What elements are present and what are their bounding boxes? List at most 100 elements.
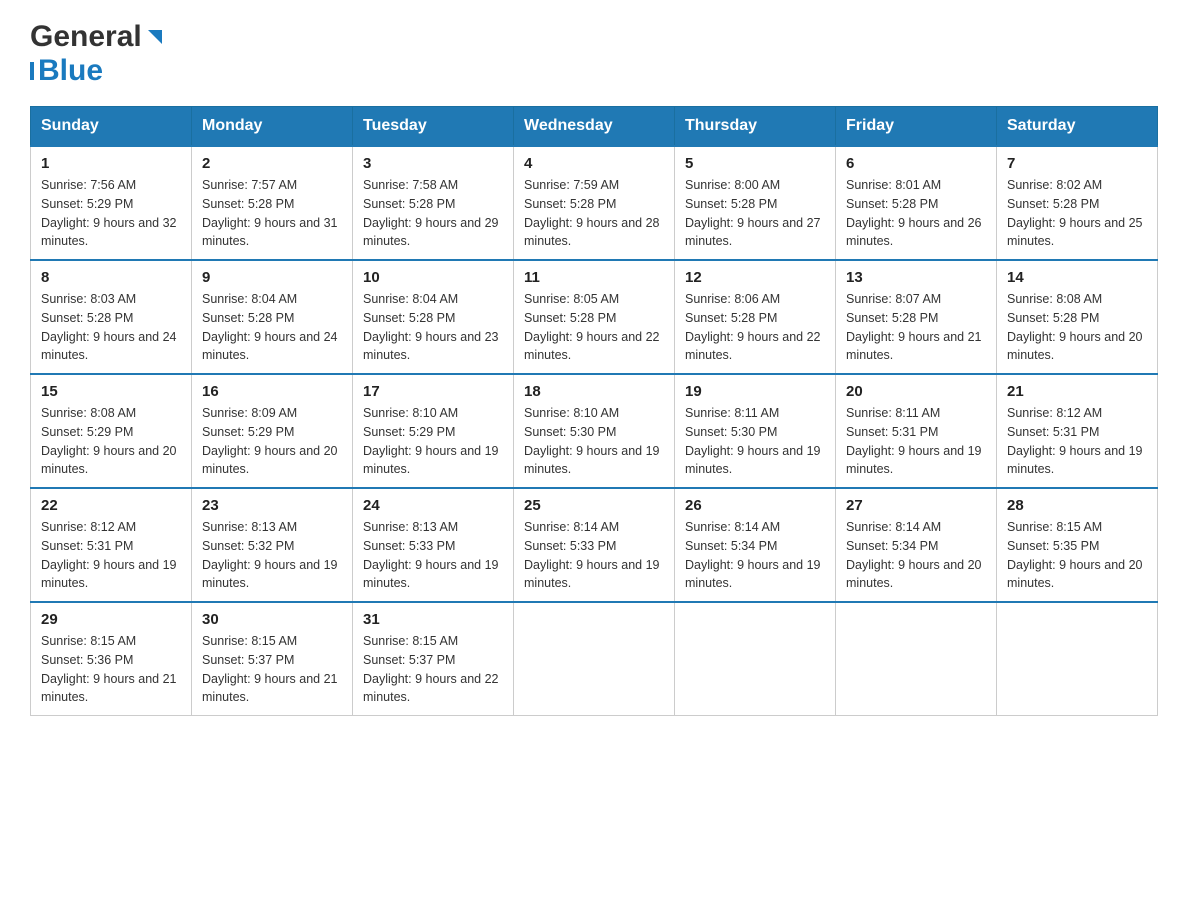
header-day-monday: Monday [192,107,353,147]
day-number: 28 [1007,497,1147,514]
day-number: 5 [685,155,825,172]
week-row-1: 1 Sunrise: 7:56 AMSunset: 5:29 PMDayligh… [31,146,1158,260]
day-info: Sunrise: 8:15 AMSunset: 5:36 PMDaylight:… [41,634,177,704]
header-row: SundayMondayTuesdayWednesdayThursdayFrid… [31,107,1158,147]
calendar-cell: 31 Sunrise: 8:15 AMSunset: 5:37 PMDaylig… [353,602,514,716]
day-info: Sunrise: 8:12 AMSunset: 5:31 PMDaylight:… [1007,406,1143,476]
day-number: 22 [41,497,181,514]
day-number: 17 [363,383,503,400]
day-info: Sunrise: 8:15 AMSunset: 5:37 PMDaylight:… [363,634,499,704]
calendar-cell: 14 Sunrise: 8:08 AMSunset: 5:28 PMDaylig… [997,260,1158,374]
day-info: Sunrise: 8:00 AMSunset: 5:28 PMDaylight:… [685,178,821,248]
day-number: 7 [1007,155,1147,172]
day-number: 16 [202,383,342,400]
day-number: 1 [41,155,181,172]
calendar-cell: 16 Sunrise: 8:09 AMSunset: 5:29 PMDaylig… [192,374,353,488]
header-day-sunday: Sunday [31,107,192,147]
calendar-body: 1 Sunrise: 7:56 AMSunset: 5:29 PMDayligh… [31,146,1158,716]
calendar-cell: 1 Sunrise: 7:56 AMSunset: 5:29 PMDayligh… [31,146,192,260]
calendar-cell: 18 Sunrise: 8:10 AMSunset: 5:30 PMDaylig… [514,374,675,488]
calendar-cell: 23 Sunrise: 8:13 AMSunset: 5:32 PMDaylig… [192,488,353,602]
day-number: 11 [524,269,664,286]
day-number: 9 [202,269,342,286]
day-number: 31 [363,611,503,628]
day-number: 2 [202,155,342,172]
calendar-cell [997,602,1158,716]
day-info: Sunrise: 8:05 AMSunset: 5:28 PMDaylight:… [524,292,660,362]
day-info: Sunrise: 7:57 AMSunset: 5:28 PMDaylight:… [202,178,338,248]
week-row-2: 8 Sunrise: 8:03 AMSunset: 5:28 PMDayligh… [31,260,1158,374]
week-row-4: 22 Sunrise: 8:12 AMSunset: 5:31 PMDaylig… [31,488,1158,602]
calendar-cell: 27 Sunrise: 8:14 AMSunset: 5:34 PMDaylig… [836,488,997,602]
calendar-cell: 9 Sunrise: 8:04 AMSunset: 5:28 PMDayligh… [192,260,353,374]
day-info: Sunrise: 8:02 AMSunset: 5:28 PMDaylight:… [1007,178,1143,248]
day-number: 24 [363,497,503,514]
day-info: Sunrise: 8:03 AMSunset: 5:28 PMDaylight:… [41,292,177,362]
day-info: Sunrise: 7:59 AMSunset: 5:28 PMDaylight:… [524,178,660,248]
header-day-thursday: Thursday [675,107,836,147]
page-header: General Blue [30,20,1158,88]
calendar-cell [836,602,997,716]
logo-triangle-icon [144,26,166,48]
calendar-cell: 10 Sunrise: 8:04 AMSunset: 5:28 PMDaylig… [353,260,514,374]
day-info: Sunrise: 8:07 AMSunset: 5:28 PMDaylight:… [846,292,982,362]
day-info: Sunrise: 8:15 AMSunset: 5:37 PMDaylight:… [202,634,338,704]
day-info: Sunrise: 8:08 AMSunset: 5:29 PMDaylight:… [41,406,177,476]
week-row-5: 29 Sunrise: 8:15 AMSunset: 5:36 PMDaylig… [31,602,1158,716]
header-day-wednesday: Wednesday [514,107,675,147]
calendar-cell: 15 Sunrise: 8:08 AMSunset: 5:29 PMDaylig… [31,374,192,488]
calendar-cell: 2 Sunrise: 7:57 AMSunset: 5:28 PMDayligh… [192,146,353,260]
day-number: 23 [202,497,342,514]
day-number: 6 [846,155,986,172]
calendar-cell: 5 Sunrise: 8:00 AMSunset: 5:28 PMDayligh… [675,146,836,260]
calendar-cell [514,602,675,716]
calendar-cell: 19 Sunrise: 8:11 AMSunset: 5:30 PMDaylig… [675,374,836,488]
day-info: Sunrise: 8:11 AMSunset: 5:30 PMDaylight:… [685,406,821,476]
calendar-cell: 28 Sunrise: 8:15 AMSunset: 5:35 PMDaylig… [997,488,1158,602]
calendar-cell: 4 Sunrise: 7:59 AMSunset: 5:28 PMDayligh… [514,146,675,260]
day-number: 25 [524,497,664,514]
day-info: Sunrise: 8:01 AMSunset: 5:28 PMDaylight:… [846,178,982,248]
calendar-cell: 6 Sunrise: 8:01 AMSunset: 5:28 PMDayligh… [836,146,997,260]
day-number: 14 [1007,269,1147,286]
calendar-cell: 20 Sunrise: 8:11 AMSunset: 5:31 PMDaylig… [836,374,997,488]
day-number: 3 [363,155,503,172]
calendar-header: SundayMondayTuesdayWednesdayThursdayFrid… [31,107,1158,147]
day-info: Sunrise: 8:13 AMSunset: 5:33 PMDaylight:… [363,520,499,590]
day-number: 21 [1007,383,1147,400]
header-day-friday: Friday [836,107,997,147]
day-number: 13 [846,269,986,286]
day-info: Sunrise: 8:14 AMSunset: 5:33 PMDaylight:… [524,520,660,590]
header-day-saturday: Saturday [997,107,1158,147]
day-info: Sunrise: 8:08 AMSunset: 5:28 PMDaylight:… [1007,292,1143,362]
day-number: 19 [685,383,825,400]
calendar-cell [675,602,836,716]
day-info: Sunrise: 7:56 AMSunset: 5:29 PMDaylight:… [41,178,177,248]
day-info: Sunrise: 8:04 AMSunset: 5:28 PMDaylight:… [202,292,338,362]
calendar-cell: 8 Sunrise: 8:03 AMSunset: 5:28 PMDayligh… [31,260,192,374]
day-number: 30 [202,611,342,628]
calendar-cell: 22 Sunrise: 8:12 AMSunset: 5:31 PMDaylig… [31,488,192,602]
day-number: 27 [846,497,986,514]
calendar-cell: 7 Sunrise: 8:02 AMSunset: 5:28 PMDayligh… [997,146,1158,260]
day-number: 15 [41,383,181,400]
day-info: Sunrise: 8:09 AMSunset: 5:29 PMDaylight:… [202,406,338,476]
day-info: Sunrise: 8:14 AMSunset: 5:34 PMDaylight:… [846,520,982,590]
day-number: 10 [363,269,503,286]
calendar-cell: 21 Sunrise: 8:12 AMSunset: 5:31 PMDaylig… [997,374,1158,488]
calendar-cell: 29 Sunrise: 8:15 AMSunset: 5:36 PMDaylig… [31,602,192,716]
calendar-cell: 24 Sunrise: 8:13 AMSunset: 5:33 PMDaylig… [353,488,514,602]
calendar-cell: 3 Sunrise: 7:58 AMSunset: 5:28 PMDayligh… [353,146,514,260]
day-number: 26 [685,497,825,514]
day-info: Sunrise: 8:10 AMSunset: 5:29 PMDaylight:… [363,406,499,476]
logo-general: General [30,20,142,54]
day-info: Sunrise: 7:58 AMSunset: 5:28 PMDaylight:… [363,178,499,248]
calendar-table: SundayMondayTuesdayWednesdayThursdayFrid… [30,106,1158,716]
calendar-cell: 25 Sunrise: 8:14 AMSunset: 5:33 PMDaylig… [514,488,675,602]
day-info: Sunrise: 8:12 AMSunset: 5:31 PMDaylight:… [41,520,177,590]
day-number: 4 [524,155,664,172]
calendar-cell: 26 Sunrise: 8:14 AMSunset: 5:34 PMDaylig… [675,488,836,602]
day-number: 20 [846,383,986,400]
calendar-cell: 17 Sunrise: 8:10 AMSunset: 5:29 PMDaylig… [353,374,514,488]
calendar-cell: 30 Sunrise: 8:15 AMSunset: 5:37 PMDaylig… [192,602,353,716]
